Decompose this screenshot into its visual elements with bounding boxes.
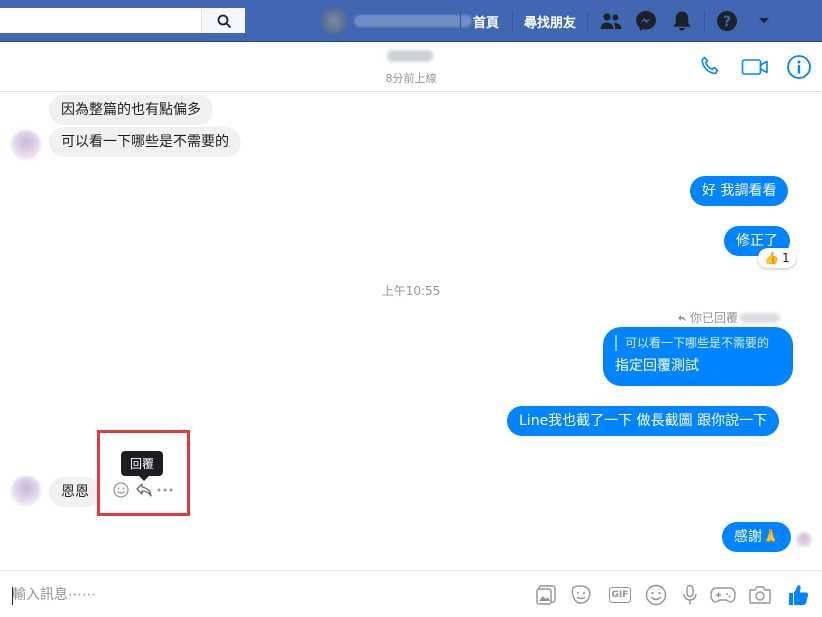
friends-icon[interactable]: [599, 9, 623, 33]
profile-link[interactable]: [320, 6, 472, 36]
reply-note: 你已回覆: [677, 309, 780, 326]
message-incoming[interactable]: 因為整篇的也有點偏多: [49, 95, 213, 125]
timestamp: 上午10:55: [381, 284, 441, 298]
quoted-message: 可以看一下哪些是不需要的: [615, 335, 781, 351]
message-incoming[interactable]: 可以看一下哪些是不需要的: [49, 127, 241, 157]
bell-icon[interactable]: [670, 9, 694, 33]
dropdown-icon[interactable]: [752, 9, 776, 33]
reply-text: 指定回覆測試: [615, 358, 699, 374]
contact-name-blurred: [387, 50, 433, 62]
contact-avatar[interactable]: [11, 130, 41, 160]
help-icon[interactable]: ?: [715, 9, 739, 33]
search-box[interactable]: [0, 8, 245, 33]
contact-avatar[interactable]: [11, 476, 41, 506]
search-input[interactable]: [6, 11, 196, 30]
sticker-icon[interactable]: [569, 583, 593, 607]
message-outgoing[interactable]: Line我也截了一下 做長截圖 跟你說一下: [507, 406, 780, 436]
search-icon: [217, 14, 231, 28]
divider: [587, 11, 588, 31]
profile-name-blurred: [354, 15, 472, 27]
divider: [460, 11, 461, 31]
gallery-icon[interactable]: [534, 583, 558, 607]
chat-header: 8分前上線: [0, 42, 822, 92]
mic-icon[interactable]: [678, 583, 702, 607]
top-bar: 首頁 尋找朋友 ?: [0, 0, 822, 42]
thumbs-up-reaction-icon: 👍: [764, 251, 779, 265]
reaction-badge[interactable]: 👍 1: [758, 248, 796, 268]
game-icon[interactable]: [709, 583, 737, 607]
highlight-box: [97, 430, 190, 516]
thumbs-up-icon[interactable]: [786, 583, 810, 607]
composer: GIF: [0, 570, 822, 617]
gif-icon[interactable]: GIF: [606, 583, 634, 607]
message-incoming[interactable]: 恩恩: [49, 477, 101, 507]
messenger-icon[interactable]: [634, 9, 658, 33]
message-input[interactable]: [12, 585, 432, 605]
avatar: [320, 7, 348, 35]
message-outgoing[interactable]: 好 我調看看: [690, 176, 789, 206]
reply-note-text: 你已回覆: [689, 311, 738, 325]
reply-target-blurred: [740, 312, 780, 323]
svg-text:?: ?: [723, 14, 731, 30]
smile-icon[interactable]: [644, 583, 668, 607]
camera-icon[interactable]: [748, 583, 772, 607]
find-friends-link[interactable]: 尋找朋友: [524, 12, 576, 31]
divider: [704, 11, 705, 31]
home-link[interactable]: 首頁: [473, 12, 499, 31]
gif-label: GIF: [608, 587, 632, 603]
phone-icon[interactable]: [697, 54, 723, 80]
message-outgoing[interactable]: 感謝🙏: [722, 522, 792, 552]
reaction-count: 1: [781, 251, 790, 265]
read-receipt-avatar: [796, 532, 812, 548]
video-icon[interactable]: [741, 54, 769, 80]
reply-arrow-icon: [677, 314, 686, 321]
search-button[interactable]: [201, 8, 245, 33]
reply-message[interactable]: 可以看一下哪些是不需要的 指定回覆測試: [603, 327, 793, 386]
divider: [512, 11, 513, 31]
info-icon[interactable]: [786, 54, 812, 80]
